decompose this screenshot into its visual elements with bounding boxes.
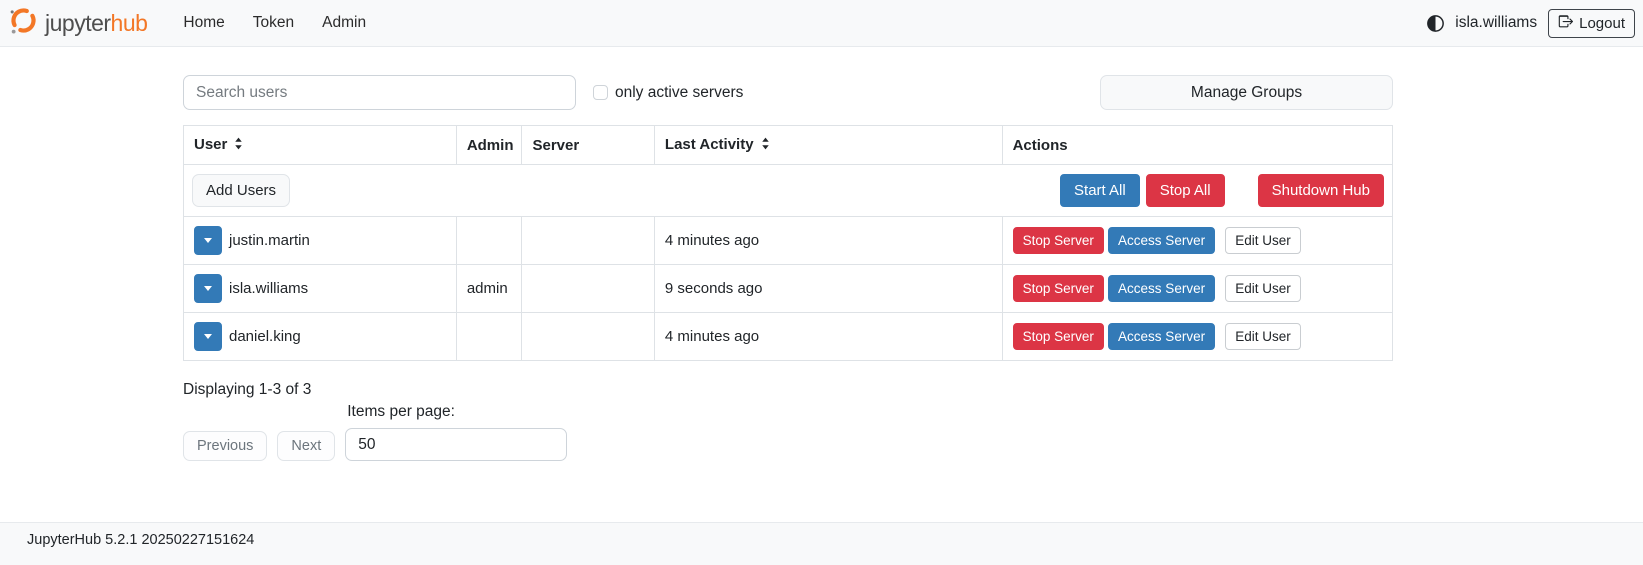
access-server-button[interactable]: Access Server [1108, 227, 1215, 254]
items-per-page-input[interactable] [345, 428, 567, 461]
logout-icon [1558, 14, 1573, 33]
nav-links: Home Token Admin [169, 6, 380, 40]
users-table: User Admin Server Last Activity Actions … [183, 125, 1393, 361]
last-activity-cell: 4 minutes ago [654, 217, 1002, 265]
dark-mode-toggle-icon[interactable] [1427, 15, 1444, 32]
table-header-row: User Admin Server Last Activity Actions [184, 126, 1393, 165]
only-active-group: only active servers [593, 84, 743, 102]
navbar-right: isla.williams Logout [1427, 9, 1635, 38]
caret-down-icon [204, 286, 212, 291]
stop-server-button[interactable]: Stop Server [1013, 323, 1104, 350]
items-per-page-label: Items per page: [345, 403, 567, 421]
table-row: isla.williams admin 9 seconds ago Stop S… [184, 265, 1393, 313]
current-username: isla.williams [1455, 14, 1537, 32]
items-per-page-group: Items per page: [345, 403, 567, 461]
server-cell [522, 313, 654, 361]
nav-link-token[interactable]: Token [239, 6, 308, 40]
brand-title: jupyterhub [45, 10, 147, 37]
shutdown-hub-button[interactable]: Shutdown Hub [1258, 174, 1384, 207]
search-input[interactable] [183, 75, 576, 110]
start-all-button[interactable]: Start All [1060, 174, 1140, 207]
table-row: daniel.king 4 minutes ago Stop Server Ac… [184, 313, 1393, 361]
server-cell [522, 217, 654, 265]
edit-user-button[interactable]: Edit User [1225, 275, 1301, 302]
manage-groups-button[interactable]: Manage Groups [1100, 75, 1393, 110]
previous-page-button[interactable]: Previous [183, 431, 267, 461]
user-dropdown-button[interactable] [194, 226, 222, 255]
admin-cell [456, 313, 522, 361]
sort-icon [761, 137, 770, 154]
access-server-button[interactable]: Access Server [1108, 323, 1215, 350]
last-activity-cell: 9 seconds ago [654, 265, 1002, 313]
user-name: daniel.king [229, 328, 301, 345]
admin-cell: admin [456, 265, 522, 313]
user-name: justin.martin [229, 232, 310, 249]
footer: JupyterHub 5.2.1 20250227151624 [0, 522, 1643, 565]
logout-button[interactable]: Logout [1548, 9, 1635, 38]
jupyterhub-logo-icon [8, 5, 39, 41]
nav-link-admin[interactable]: Admin [308, 6, 380, 40]
version-text: JupyterHub 5.2.1 20250227151624 [0, 523, 1643, 548]
user-dropdown-button[interactable] [194, 322, 222, 351]
logout-label: Logout [1579, 15, 1625, 32]
bulk-actions-group: Start All Stop All Shutdown Hub [1060, 174, 1384, 207]
access-server-button[interactable]: Access Server [1108, 275, 1215, 302]
edit-user-button[interactable]: Edit User [1225, 323, 1301, 350]
caret-down-icon [204, 238, 212, 243]
user-name: isla.williams [229, 280, 308, 297]
user-dropdown-button[interactable] [194, 274, 222, 303]
admin-panel: only active servers Manage Groups User A… [183, 75, 1393, 461]
header-admin: Admin [456, 126, 522, 165]
only-active-checkbox[interactable] [593, 85, 608, 100]
last-activity-cell: 4 minutes ago [654, 313, 1002, 361]
header-actions: Actions [1002, 126, 1392, 165]
toolbar: only active servers Manage Groups [183, 75, 1393, 110]
stop-server-button[interactable]: Stop Server [1013, 275, 1104, 302]
next-page-button[interactable]: Next [277, 431, 335, 461]
navbar: jupyterhub Home Token Admin isla.william… [0, 0, 1643, 47]
edit-user-button[interactable]: Edit User [1225, 227, 1301, 254]
stop-all-button[interactable]: Stop All [1146, 174, 1225, 207]
add-users-button[interactable]: Add Users [192, 174, 290, 207]
header-last-activity-label: Last Activity [665, 136, 754, 153]
header-last-activity[interactable]: Last Activity [654, 126, 1002, 165]
pagination-controls: Previous Next Items per page: [183, 403, 1393, 461]
admin-cell [456, 217, 522, 265]
header-server: Server [522, 126, 654, 165]
table-controls-row: Add Users Start All Stop All Shutdown Hu… [184, 165, 1393, 217]
header-user[interactable]: User [184, 126, 457, 165]
pagination-summary: Displaying 1-3 of 3 [183, 381, 1393, 399]
table-row: justin.martin 4 minutes ago Stop Server … [184, 217, 1393, 265]
server-cell [522, 265, 654, 313]
sort-icon [234, 137, 243, 154]
stop-server-button[interactable]: Stop Server [1013, 227, 1104, 254]
nav-link-home[interactable]: Home [169, 6, 238, 40]
jupyterhub-brand[interactable]: jupyterhub [8, 5, 147, 41]
header-user-label: User [194, 136, 227, 153]
caret-down-icon [204, 334, 212, 339]
only-active-label: only active servers [615, 84, 743, 102]
